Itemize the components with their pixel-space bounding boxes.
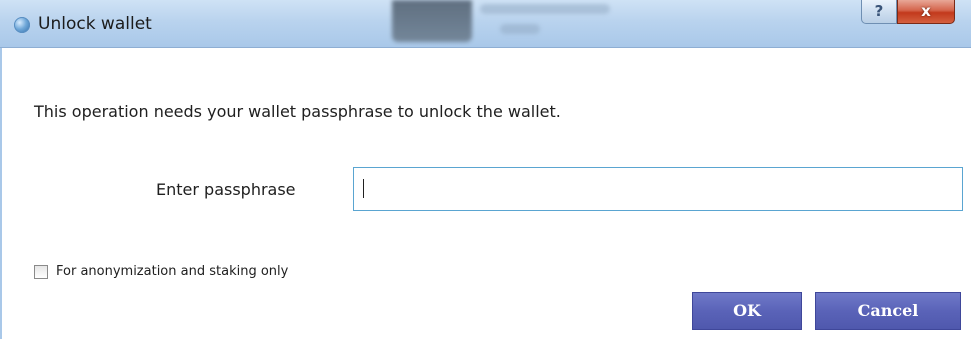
passphrase-label: Enter passphrase [156,180,296,199]
title-bar[interactable]: Unlock wallet ? x [0,0,971,48]
cancel-button[interactable]: Cancel [815,292,961,330]
background-window-blur [392,0,472,42]
background-text-blur [480,4,610,14]
anonymization-staking-checkbox[interactable] [34,265,48,279]
close-button[interactable]: x [897,0,955,24]
help-icon: ? [874,2,884,20]
anonymization-staking-label[interactable]: For anonymization and staking only [56,264,288,279]
passphrase-input[interactable] [353,167,963,211]
instruction-message: This operation needs your wallet passphr… [34,102,561,121]
background-text-blur [500,24,540,34]
wallet-app-icon [14,17,30,33]
text-caret [363,179,364,198]
window-title: Unlock wallet [38,14,152,34]
help-button[interactable]: ? [861,0,897,24]
close-icon: x [921,2,931,20]
unlock-wallet-dialog: Unlock wallet ? x This operation needs y… [0,0,971,339]
ok-button[interactable]: OK [692,292,802,330]
